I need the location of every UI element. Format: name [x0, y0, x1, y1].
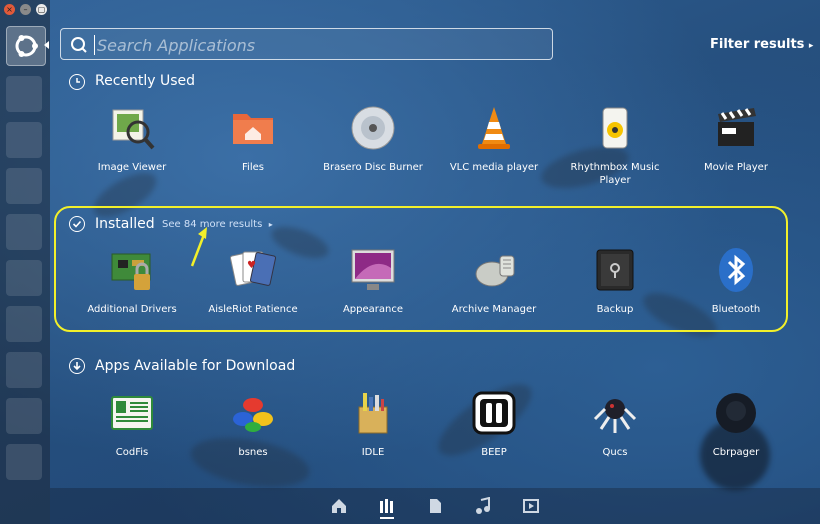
- app-archive-manager[interactable]: Archive Manager: [434, 246, 554, 316]
- video-lens-icon[interactable]: [522, 497, 540, 515]
- close-window-button[interactable]: ×: [4, 4, 15, 15]
- image-viewer-icon: [112, 109, 155, 150]
- files-lens-icon[interactable]: [426, 497, 444, 515]
- ubuntu-logo-icon: [15, 35, 38, 57]
- minimize-window-button[interactable]: –: [20, 4, 31, 15]
- active-lens-indicator: [380, 517, 394, 519]
- search-input[interactable]: [95, 32, 539, 58]
- filter-results-button[interactable]: Filter results ▸: [710, 37, 813, 52]
- launcher-item-files[interactable]: [6, 76, 42, 112]
- app-appearance[interactable]: Appearance: [313, 246, 433, 316]
- app-qucs[interactable]: Qucs: [555, 389, 675, 459]
- app-label: Brasero Disc Burner: [323, 162, 423, 173]
- search-icon: [71, 37, 87, 53]
- app-idle[interactable]: IDLE: [313, 389, 433, 459]
- app-additional-drivers[interactable]: Additional Drivers: [72, 246, 192, 316]
- app-movie-player[interactable]: Movie Player: [676, 104, 796, 174]
- vlc-cone-icon: [478, 107, 510, 149]
- launcher-item-ubuntu-one[interactable]: [6, 352, 42, 388]
- launcher-item-impress[interactable]: [6, 260, 42, 296]
- monitor-icon: [351, 249, 395, 290]
- speaker-icon: [602, 107, 628, 149]
- app-brasero[interactable]: Brasero Disc Burner: [313, 104, 433, 174]
- section-title-download: Apps Available for Download: [95, 358, 296, 374]
- launcher-item-workspaces[interactable]: [6, 444, 42, 480]
- app-label: bsnes: [238, 447, 268, 458]
- app-label: Cbrpager: [712, 447, 760, 458]
- app-vlc[interactable]: VLC media player: [434, 104, 554, 174]
- chevron-right-icon: ▸: [808, 41, 814, 51]
- app-label: Image Viewer: [97, 162, 167, 173]
- app-label: Bluetooth: [711, 304, 761, 315]
- archive-icon: [475, 255, 515, 287]
- circuit-board-icon: [111, 253, 151, 290]
- app-label: Movie Player: [704, 162, 768, 173]
- check-circle-icon: [69, 216, 85, 232]
- app-label: Rhythmbox Music Player: [570, 162, 660, 186]
- app-image-viewer[interactable]: Image Viewer: [72, 104, 192, 174]
- app-label: CodFis: [115, 447, 149, 458]
- app-label: Backup: [596, 304, 634, 315]
- app-rhythmbox[interactable]: Rhythmbox Music Player: [555, 104, 675, 187]
- dash-home-button[interactable]: [6, 26, 46, 66]
- codfis-icon: [111, 396, 153, 430]
- safe-icon: [596, 249, 634, 291]
- app-backup[interactable]: Backup: [555, 246, 675, 316]
- launcher: × – ▢: [0, 0, 50, 524]
- launcher-item-settings[interactable]: [6, 398, 42, 434]
- app-label: Files: [242, 162, 264, 173]
- clock-icon: [69, 74, 85, 90]
- app-label: VLC media player: [449, 162, 539, 173]
- filter-results-label: Filter results: [710, 37, 805, 52]
- app-aisleriot[interactable]: ♥ AisleRiot Patience: [193, 246, 313, 316]
- music-lens-icon[interactable]: [474, 497, 492, 515]
- active-indicator-icon: [44, 41, 49, 49]
- section-title-recent: Recently Used: [95, 73, 196, 89]
- launcher-item-calc[interactable]: [6, 214, 42, 250]
- launcher-item-software-center[interactable]: [6, 306, 42, 342]
- app-label: AisleRiot Patience: [208, 304, 298, 315]
- see-more-results-link[interactable]: See 84 more results ▸: [162, 219, 273, 230]
- app-beep[interactable]: BEEP: [434, 389, 554, 459]
- chevron-right-icon: ▸: [268, 220, 273, 229]
- bsnes-buttons-icon: [233, 398, 273, 432]
- app-label: Additional Drivers: [87, 304, 177, 315]
- cbrpager-icon: [716, 393, 756, 433]
- folder-home-icon: [233, 114, 273, 144]
- idle-icon: [358, 393, 388, 434]
- app-codfis[interactable]: CodFis: [72, 389, 192, 459]
- launcher-item-writer[interactable]: [6, 168, 42, 204]
- app-label: Archive Manager: [451, 304, 537, 315]
- section-title-installed: Installed: [95, 216, 155, 232]
- svg-text:♥: ♥: [247, 260, 256, 271]
- qucs-icon: [593, 399, 637, 433]
- search-box[interactable]: [60, 28, 553, 60]
- playing-cards-icon: ♥: [229, 251, 277, 286]
- launcher-item-browser[interactable]: [6, 122, 42, 158]
- app-cbrpager[interactable]: Cbrpager: [676, 389, 796, 459]
- maximize-window-button[interactable]: ▢: [36, 4, 47, 15]
- app-bsnes[interactable]: bsnes: [193, 389, 313, 459]
- home-lens-icon[interactable]: [330, 497, 348, 515]
- bluetooth-icon: [719, 248, 753, 292]
- app-bluetooth[interactable]: Bluetooth: [676, 246, 796, 316]
- app-label: IDLE: [361, 447, 385, 458]
- app-label: Qucs: [602, 447, 628, 458]
- app-label: BEEP: [481, 447, 507, 458]
- download-icon: [69, 358, 85, 374]
- applications-lens-icon[interactable]: [378, 497, 396, 515]
- app-files[interactable]: Files: [193, 104, 313, 174]
- beep-icon: [472, 391, 516, 435]
- clapperboard-icon: [718, 108, 756, 146]
- app-label: Appearance: [342, 304, 404, 315]
- disc-burner-icon: [351, 106, 395, 150]
